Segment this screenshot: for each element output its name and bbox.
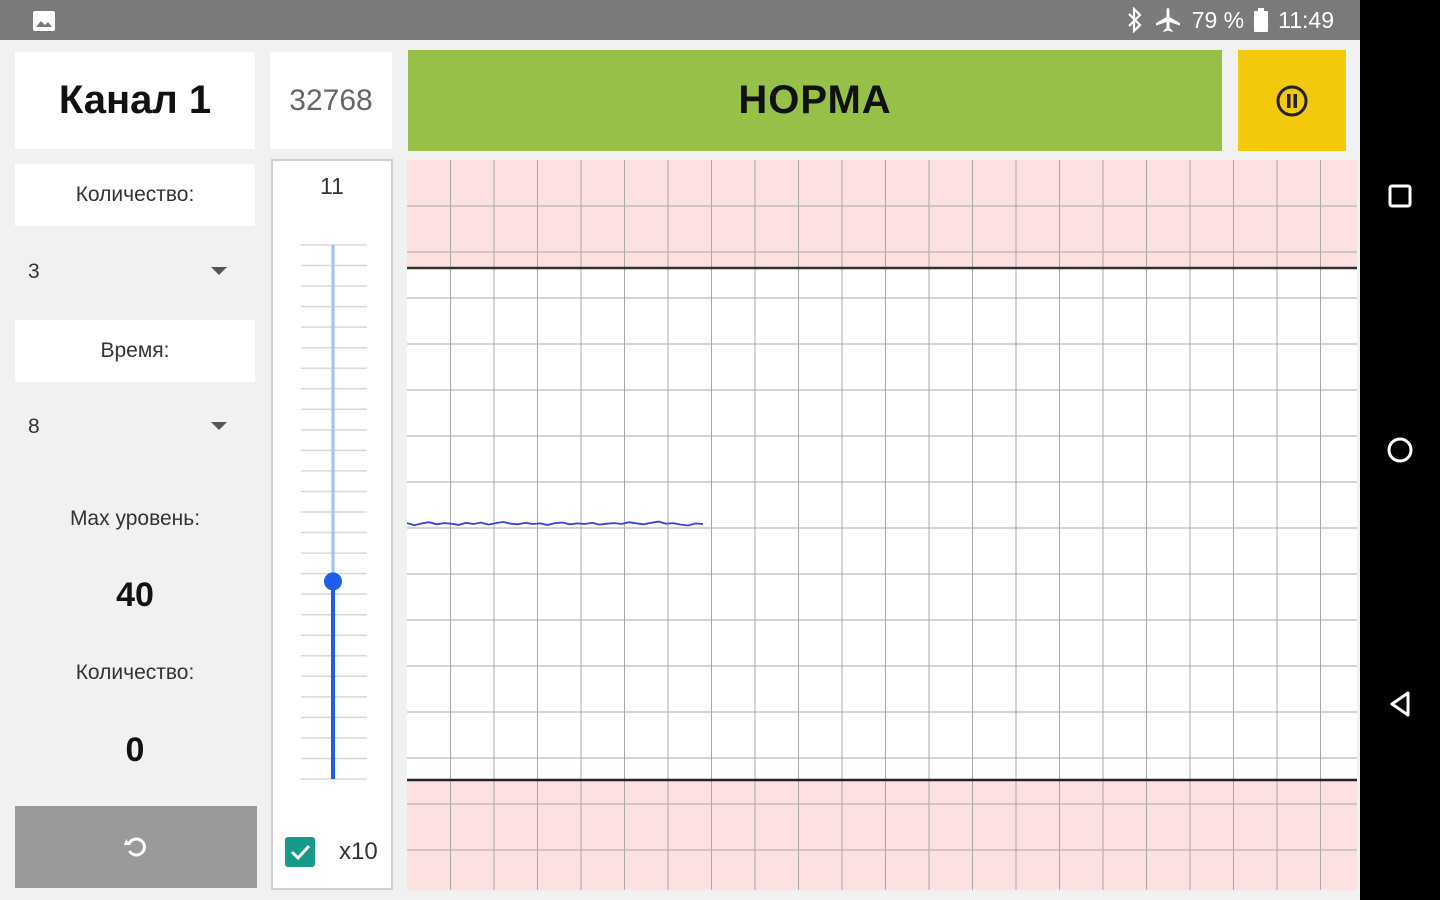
pause-icon [1276, 85, 1308, 116]
image-icon [33, 11, 55, 31]
threshold-slider-panel: 11 x10 [271, 159, 393, 890]
navigation-bar [1360, 0, 1440, 900]
time-spinner[interactable]: 8 [15, 396, 255, 458]
max-level-label: Max уровень: [69, 507, 201, 530]
home-button[interactable] [1380, 430, 1420, 470]
chevron-down-icon [211, 267, 227, 275]
lower-alarm-zone [407, 780, 1357, 890]
signal-chart [406, 160, 1357, 890]
recents-icon [1388, 184, 1412, 208]
recents-button[interactable] [1380, 176, 1420, 216]
check-icon [290, 844, 311, 861]
back-icon [1390, 691, 1410, 717]
time-label: Время: [15, 320, 255, 382]
raw-value: 32768 [270, 52, 392, 149]
battery-icon [1254, 8, 1269, 32]
count2-value: 0 [125, 731, 145, 769]
multiplier-checkbox[interactable] [285, 837, 315, 867]
status-indicator: НОРМА [408, 50, 1222, 151]
airplane-icon [1155, 8, 1180, 32]
chevron-down-icon [211, 422, 227, 430]
battery-percent: 79 % [1191, 6, 1245, 33]
reset-icon [124, 837, 146, 857]
bluetooth-icon [1127, 7, 1142, 33]
multiplier-label: x10 [339, 838, 378, 865]
home-icon [1387, 437, 1413, 463]
count-label: Количество: [15, 164, 255, 226]
count2-label: Количество: [75, 661, 195, 684]
slider-top-value: 11 [320, 173, 344, 199]
clock: 11:49 [1278, 6, 1334, 33]
status-bar: 79 % 11:49 [0, 0, 1360, 40]
slider-thumb[interactable] [324, 572, 342, 591]
count-spinner[interactable]: 3 [15, 241, 255, 303]
count-value: 3 [28, 260, 40, 283]
pause-button[interactable] [1238, 50, 1346, 151]
max-level-value: 40 [116, 576, 154, 614]
channel-title: Канал 1 [15, 52, 255, 149]
back-button[interactable] [1380, 684, 1420, 724]
time-value: 8 [28, 415, 40, 438]
chart-canvas [406, 160, 1357, 890]
threshold-slider[interactable] [273, 231, 391, 791]
reset-button[interactable] [15, 806, 257, 888]
app-screen: 79 % 11:49 Канал 1 Количество: 3 Время: … [0, 0, 1360, 900]
